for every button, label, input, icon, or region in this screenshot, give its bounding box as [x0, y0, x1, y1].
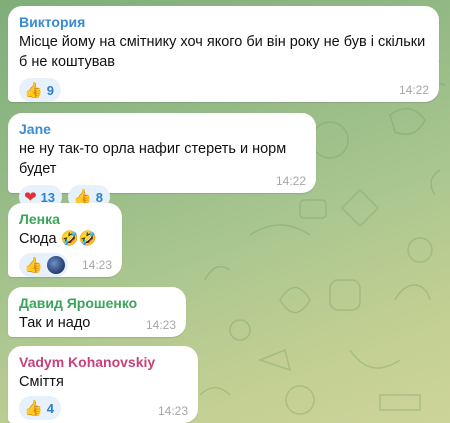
reaction-count: 9 [46, 82, 54, 98]
message-time: 14:23 [145, 318, 176, 332]
message-bubble[interactable]: Vadym Kohanovskiy Сміття 👍 4 14:23 [8, 346, 198, 423]
thumbs-up-icon: 👍 [24, 399, 43, 417]
message-author[interactable]: Виктория [19, 13, 429, 31]
message-bubble[interactable]: Jane не ну так-то орла нафиг стереть и н… [8, 113, 316, 209]
message-text: Сміття [19, 374, 64, 390]
message-text: Місце йому на смітнику хоч якого би він … [19, 34, 426, 70]
message-text: не ну так-то орла нафиг стереть и норм б… [19, 141, 287, 177]
message-author[interactable]: Vadym Kohanovskiy [19, 353, 188, 371]
reaction-thumbs-up[interactable]: 👍 [19, 253, 68, 277]
message-bubble[interactable]: Ленка Сюда 🤣🤣 👍 14:23 [8, 203, 122, 277]
message-bubble[interactable]: Давид Ярошенко Так и надо 14:23 [8, 287, 186, 337]
message-time: 14:22 [398, 83, 429, 97]
message-author[interactable]: Давид Ярошенко [19, 294, 176, 312]
message-text: Сюда 🤣🤣 [19, 231, 97, 247]
reaction-thumbs-up[interactable]: 👍 4 [19, 396, 61, 420]
message-bubble[interactable]: Виктория Місце йому на смітнику хоч яког… [8, 6, 439, 102]
reaction-thumbs-up[interactable]: 👍 9 [19, 78, 61, 102]
message-author[interactable]: Jane [19, 120, 306, 138]
reaction-count: 4 [46, 400, 54, 416]
thumbs-up-icon: 👍 [24, 256, 43, 274]
reactor-avatar [46, 256, 65, 274]
message-time: 14:23 [157, 404, 188, 418]
message-time: 14:23 [81, 258, 112, 272]
message-author[interactable]: Ленка [19, 210, 112, 228]
thumbs-up-icon: 👍 [24, 81, 43, 99]
message-time: 14:22 [275, 174, 306, 188]
